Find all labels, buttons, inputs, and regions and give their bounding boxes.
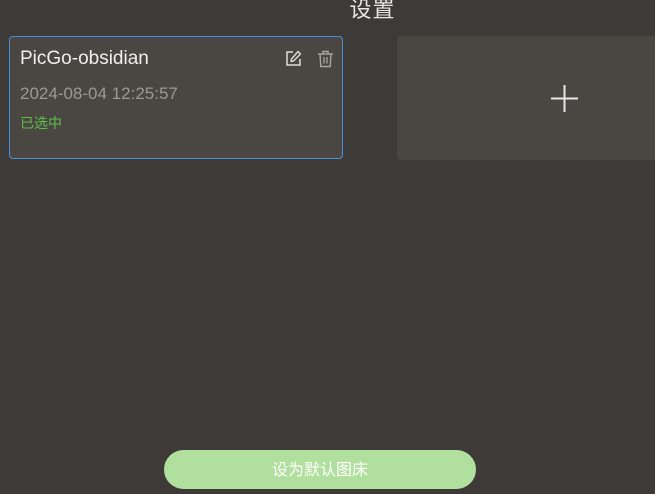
status-badge: 已选中 <box>20 115 62 131</box>
page-title: 设置 <box>349 0 396 22</box>
add-config-button[interactable] <box>397 36 655 160</box>
trash-icon[interactable] <box>316 49 335 68</box>
config-name: PicGo-obsidian <box>20 48 149 69</box>
settings-page: 设置 PicGo-obsidian 2024-08-04 12:25:57 已选… <box>0 0 655 494</box>
edit-icon[interactable] <box>284 49 303 68</box>
config-date: 2024-08-04 12:25:57 <box>20 84 178 103</box>
config-card-selected[interactable]: PicGo-obsidian 2024-08-04 12:25:57 已选中 <box>9 36 343 159</box>
set-default-button[interactable]: 设为默认图床 <box>164 450 476 489</box>
plus-icon <box>550 84 579 118</box>
card-actions <box>284 49 335 68</box>
